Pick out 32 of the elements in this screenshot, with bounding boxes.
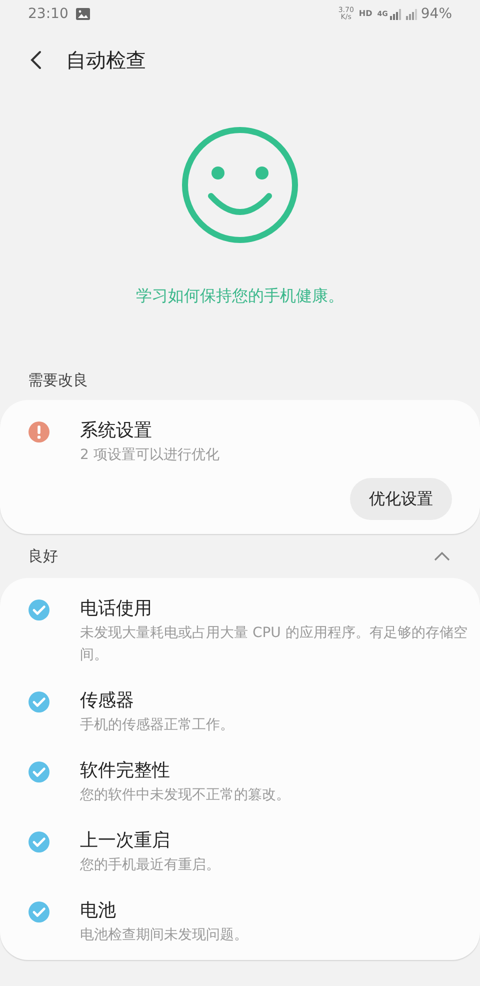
section-header: 良好 (28, 546, 58, 567)
health-message: 学习如何保持您的手机健康。 (136, 285, 344, 307)
signal-icon (406, 8, 418, 20)
optimize-button[interactable]: 优化设置 (350, 478, 452, 520)
section-header: 需要改良 (28, 370, 88, 391)
battery-level: 94% (420, 4, 452, 24)
item-description: 未发现大量耗电或占用大量 CPU 的应用程序。有足够的存储空间。 (80, 624, 468, 665)
check-icon (28, 831, 50, 853)
item-description: 您的软件中未发现不正常的篡改。 (80, 786, 290, 805)
signal-icon (390, 8, 402, 20)
chevron-icon (434, 551, 450, 561)
item-title: 电池 (80, 899, 117, 923)
smiley-icon (181, 126, 299, 244)
item-description: 电池检查期间未发现问题。 (80, 926, 248, 945)
item-title: 软件完整性 (80, 759, 171, 783)
item-title: 上一次重启 (80, 829, 171, 853)
item-description: 您的手机最近有重启。 (80, 856, 220, 875)
item-title: 系统设置 (80, 419, 153, 443)
check-icon (28, 691, 50, 713)
warning-icon (28, 421, 50, 443)
check-icon (28, 761, 50, 783)
hd-label: HD (358, 8, 372, 20)
item-title: 传感器 (80, 689, 135, 713)
item-description: 2 项设置可以进行优化 (80, 446, 220, 465)
page-title: 自动检查 (66, 47, 146, 74)
item-title: 电话使用 (80, 597, 153, 621)
back-icon (30, 50, 42, 70)
check-icon (28, 599, 50, 621)
item-description: 手机的传感器正常工作。 (80, 716, 234, 735)
status-time: 23:10 (28, 4, 68, 24)
image-icon (76, 8, 90, 20)
check-icon (28, 901, 50, 923)
